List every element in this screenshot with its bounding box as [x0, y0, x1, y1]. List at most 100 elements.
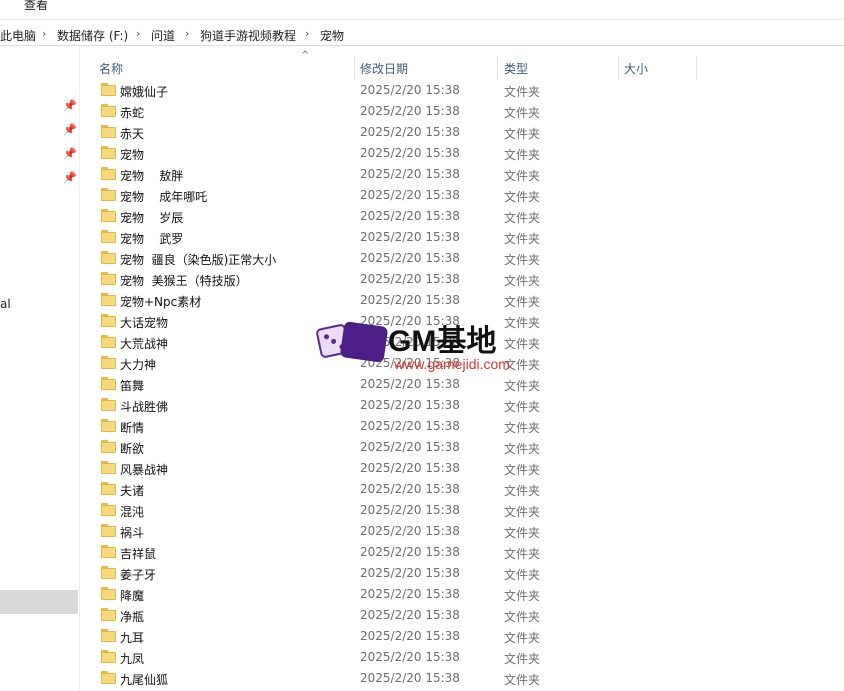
- file-row[interactable]: 赤天 2025/2/20 15:38 文件夹: [82, 122, 844, 143]
- file-date: 2025/2/20 15:38: [360, 356, 460, 370]
- pin-icon[interactable]: 📌: [63, 172, 77, 184]
- file-type: 文件夹: [504, 421, 541, 435]
- chevron-right-icon[interactable]: ›: [305, 27, 309, 40]
- file-row[interactable]: 大力神 2025/2/20 15:38 文件夹: [82, 353, 844, 374]
- pin-icon[interactable]: 📌: [63, 124, 77, 136]
- column-divider[interactable]: [497, 56, 498, 80]
- file-date: 2025/2/20 15:38: [360, 482, 460, 496]
- breadcrumb-pets[interactable]: 宠物: [320, 27, 344, 44]
- file-type: 文件夹: [504, 442, 541, 456]
- file-date: 2025/2/20 15:38: [360, 188, 460, 202]
- ribbon-tab-view[interactable]: 查看: [24, 0, 48, 13]
- pin-icon[interactable]: 📌: [63, 100, 77, 112]
- file-row[interactable]: 宠物 武罗 2025/2/20 15:38 文件夹: [82, 227, 844, 248]
- file-type: 文件夹: [504, 589, 541, 603]
- file-name: 九尾仙狐: [120, 673, 169, 687]
- file-date: 2025/2/20 15:38: [360, 251, 460, 265]
- file-name: 大荒战神: [120, 337, 169, 351]
- file-row[interactable]: 净瓶 2025/2/20 15:38 文件夹: [82, 605, 844, 626]
- file-type: 文件夹: [504, 148, 541, 162]
- file-row[interactable]: 断情 2025/2/20 15:38 文件夹: [82, 416, 844, 437]
- file-date: 2025/2/20 15:38: [360, 272, 460, 286]
- folder-icon: [101, 314, 116, 327]
- file-row[interactable]: 斗战胜佛 2025/2/20 15:38 文件夹: [82, 395, 844, 416]
- chevron-right-icon[interactable]: ›: [42, 27, 46, 40]
- chevron-right-icon[interactable]: ›: [185, 27, 189, 40]
- file-date: 2025/2/20 15:38: [360, 419, 460, 433]
- breadcrumb-drive[interactable]: 数据储存 (F:): [57, 27, 128, 44]
- file-date: 2025/2/20 15:38: [360, 293, 460, 307]
- folder-icon: [101, 377, 116, 390]
- file-row[interactable]: 姜子牙 2025/2/20 15:38 文件夹: [82, 563, 844, 584]
- file-type: 文件夹: [504, 652, 541, 666]
- file-row[interactable]: 赤蛇 2025/2/20 15:38 文件夹: [82, 101, 844, 122]
- file-row[interactable]: 大荒战神 2025/2/20 15:38 文件夹: [82, 332, 844, 353]
- file-type: 文件夹: [504, 631, 541, 645]
- file-name: 宠物 武罗: [120, 232, 184, 246]
- file-row[interactable]: 大话宠物 2025/2/20 15:38 文件夹: [82, 311, 844, 332]
- breadcrumb-this-pc[interactable]: 此电脑: [0, 27, 36, 44]
- navigation-pane[interactable]: 📌 📌 📌 📌 al: [0, 47, 80, 691]
- file-name: 大力神: [120, 358, 157, 372]
- address-bar[interactable]: 此电脑 › 数据储存 (F:) › 问道 › 狗道手游视频教程 › 宠物: [0, 22, 844, 46]
- file-row[interactable]: 笛舞 2025/2/20 15:38 文件夹: [82, 374, 844, 395]
- file-date: 2025/2/20 15:38: [360, 524, 460, 538]
- nav-item-partial[interactable]: al: [0, 297, 11, 311]
- file-row[interactable]: 吉祥鼠 2025/2/20 15:38 文件夹: [82, 542, 844, 563]
- file-date: 2025/2/20 15:38: [360, 314, 460, 328]
- folder-icon: [101, 608, 116, 621]
- folder-icon: [101, 398, 116, 411]
- file-row[interactable]: 宠物 敖胖 2025/2/20 15:38 文件夹: [82, 164, 844, 185]
- file-row[interactable]: 九尾仙狐 2025/2/20 15:38 文件夹: [82, 668, 844, 689]
- file-date: 2025/2/20 15:38: [360, 167, 460, 181]
- breadcrumb-tutorials[interactable]: 狗道手游视频教程: [200, 27, 296, 44]
- file-row[interactable]: 宠物 2025/2/20 15:38 文件夹: [82, 143, 844, 164]
- chevron-right-icon[interactable]: ›: [136, 27, 140, 40]
- folder-icon: [101, 293, 116, 306]
- file-name: 断欲: [120, 442, 145, 456]
- file-row[interactable]: 宠物 岁辰 2025/2/20 15:38 文件夹: [82, 206, 844, 227]
- file-row[interactable]: 九凤 2025/2/20 15:38 文件夹: [82, 647, 844, 668]
- file-type: 文件夹: [504, 400, 541, 414]
- file-row[interactable]: 宠物 成年哪吒 2025/2/20 15:38 文件夹: [82, 185, 844, 206]
- folder-icon: [101, 167, 116, 180]
- file-row[interactable]: 断欲 2025/2/20 15:38 文件夹: [82, 437, 844, 458]
- folder-icon: [101, 419, 116, 432]
- file-name: 宠物 成年哪吒: [120, 190, 208, 204]
- column-divider[interactable]: [618, 56, 619, 80]
- file-row[interactable]: 降魔 2025/2/20 15:38 文件夹: [82, 584, 844, 605]
- file-row[interactable]: 风暴战神 2025/2/20 15:38 文件夹: [82, 458, 844, 479]
- column-header-type[interactable]: 类型: [504, 60, 528, 77]
- folder-icon: [101, 230, 116, 243]
- column-header-size[interactable]: 大小: [624, 60, 648, 77]
- file-type: 文件夹: [504, 274, 541, 288]
- file-date: 2025/2/20 15:38: [360, 503, 460, 517]
- file-row[interactable]: 宠物 疆良（染色版)正常大小 2025/2/20 15:38 文件夹: [82, 248, 844, 269]
- file-type: 文件夹: [504, 484, 541, 498]
- nav-item-selected[interactable]: [0, 590, 78, 614]
- column-divider[interactable]: [696, 56, 697, 80]
- file-row[interactable]: 祸斗 2025/2/20 15:38 文件夹: [82, 521, 844, 542]
- file-date: 2025/2/20 15:38: [360, 398, 460, 412]
- file-row[interactable]: 宠物 美猴王（特技版） 2025/2/20 15:38 文件夹: [82, 269, 844, 290]
- file-type: 文件夹: [504, 316, 541, 330]
- pin-icon[interactable]: 📌: [63, 148, 77, 160]
- column-header-date[interactable]: 修改日期: [360, 60, 408, 77]
- sort-ascending-icon: ^: [301, 50, 310, 61]
- file-type: 文件夹: [504, 106, 541, 120]
- file-row[interactable]: 宠物+Npc素材 2025/2/20 15:38 文件夹: [82, 290, 844, 311]
- file-type: 文件夹: [504, 526, 541, 540]
- column-header-name[interactable]: 名称: [99, 60, 123, 77]
- file-date: 2025/2/20 15:38: [360, 566, 460, 580]
- file-type: 文件夹: [504, 337, 541, 351]
- file-date: 2025/2/20 15:38: [360, 587, 460, 601]
- file-date: 2025/2/20 15:38: [360, 671, 460, 685]
- file-row[interactable]: 混沌 2025/2/20 15:38 文件夹: [82, 500, 844, 521]
- breadcrumb-wendao[interactable]: 问道: [151, 27, 175, 44]
- file-name: 混沌: [120, 505, 145, 519]
- file-row[interactable]: 嫦娥仙子 2025/2/20 15:38 文件夹: [82, 80, 844, 101]
- folder-icon: [101, 104, 116, 117]
- column-divider[interactable]: [354, 56, 355, 80]
- file-row[interactable]: 九耳 2025/2/20 15:38 文件夹: [82, 626, 844, 647]
- file-row[interactable]: 夫诸 2025/2/20 15:38 文件夹: [82, 479, 844, 500]
